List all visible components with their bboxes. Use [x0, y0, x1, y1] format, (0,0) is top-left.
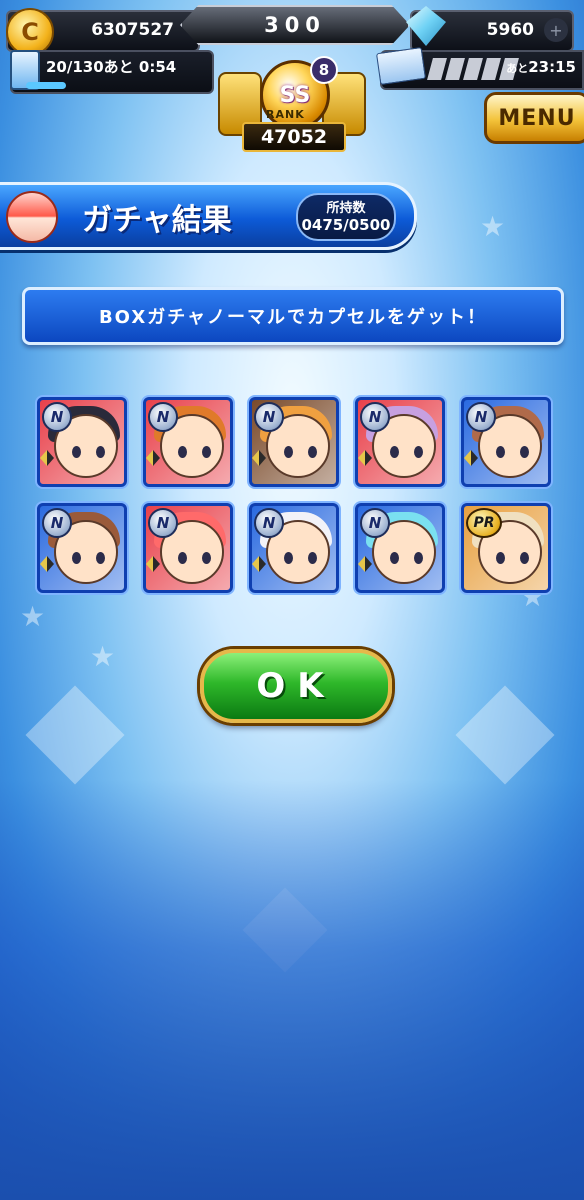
- character-card[interactable]: N: [143, 503, 233, 593]
- background: ★ ★ ★ ★: [0, 0, 584, 1200]
- character-eye: [496, 552, 505, 564]
- coin-icon: C: [6, 8, 54, 56]
- rarity-badge: N: [42, 508, 72, 538]
- rarity-badge: N: [148, 508, 178, 538]
- rarity-badge: N: [254, 508, 284, 538]
- character-card[interactable]: PR: [461, 503, 551, 593]
- character-card[interactable]: N: [37, 397, 127, 487]
- possession-counter: 所持数 0475/0500: [296, 193, 396, 241]
- background-star: ★: [90, 640, 116, 673]
- ticket-bars: [427, 58, 519, 80]
- diamond-icon: [406, 6, 446, 46]
- character-eye: [96, 446, 105, 458]
- rank-label: RANK: [266, 108, 305, 121]
- background-diamond: [242, 887, 328, 973]
- element-gem-icon: [358, 450, 372, 466]
- rank-level: 8: [310, 56, 338, 84]
- center-counter: 300: [180, 5, 410, 45]
- ticket-timer: あと23:15: [506, 58, 576, 76]
- rarity-badge: N: [254, 402, 284, 432]
- gem-counter[interactable]: 5960 +: [406, 6, 574, 52]
- character-card[interactable]: N: [461, 397, 551, 487]
- page-title: ガチャ結果: [82, 203, 232, 238]
- ticket-icon: [375, 46, 427, 86]
- character-eye: [308, 552, 317, 564]
- element-gem-icon: [146, 450, 160, 466]
- character-card[interactable]: N: [355, 503, 445, 593]
- coin-value: 6307527: [91, 20, 174, 40]
- character-eye: [96, 552, 105, 564]
- character-eye: [414, 552, 423, 564]
- rarity-badge: PR: [466, 508, 502, 538]
- character-eye: [178, 446, 187, 458]
- character-card[interactable]: N: [143, 397, 233, 487]
- character-eye: [72, 552, 81, 564]
- character-eye: [72, 446, 81, 458]
- character-card[interactable]: N: [355, 397, 445, 487]
- coin-counter: C 6307527: [6, 8, 200, 56]
- character-eye: [520, 446, 529, 458]
- rarity-badge: N: [42, 402, 72, 432]
- character-eye: [308, 446, 317, 458]
- element-gem-icon: [40, 450, 54, 466]
- ticket-gauge: あと23:15: [375, 46, 584, 90]
- character-eye: [390, 552, 399, 564]
- element-gem-icon: [146, 556, 160, 572]
- character-eye: [284, 446, 293, 458]
- stamina-bar-fill: [26, 82, 66, 89]
- character-eye: [496, 446, 505, 458]
- rank-points: 47052: [242, 122, 346, 152]
- gem-value: 5960: [486, 20, 534, 40]
- status-bar: C 6307527 300 5960 + 20/130あと 0:54 あと23:…: [0, 0, 584, 160]
- character-eye: [520, 552, 529, 564]
- add-gems-button[interactable]: +: [544, 18, 568, 42]
- menu-button[interactable]: MENU: [484, 92, 584, 144]
- character-eye: [414, 446, 423, 458]
- character-eye: [390, 446, 399, 458]
- background-diamond: [25, 685, 125, 785]
- element-gem-icon: [252, 556, 266, 572]
- result-message: BOXガチャノーマルでカプセルをゲット！: [22, 287, 564, 345]
- possession-label: 所持数: [326, 201, 366, 216]
- element-gem-icon: [464, 450, 478, 466]
- rarity-badge: N: [360, 508, 390, 538]
- stamina-text: 20/130あと 0:54: [46, 58, 177, 76]
- gacha-result-header: ガチャ結果 所持数 0475/0500: [0, 182, 417, 250]
- character-eye: [178, 552, 187, 564]
- capsule-icon: [6, 191, 58, 243]
- element-gem-icon: [40, 556, 54, 572]
- stamina-gauge: 20/130あと 0:54: [10, 50, 214, 94]
- character-card[interactable]: N: [249, 503, 339, 593]
- stadium-background: [0, 780, 584, 1200]
- character-card[interactable]: N: [249, 397, 339, 487]
- ok-button[interactable]: OK: [200, 649, 392, 723]
- possession-count: 0475/0500: [301, 216, 391, 234]
- character-card[interactable]: N: [37, 503, 127, 593]
- rarity-badge: N: [360, 402, 390, 432]
- character-eye: [284, 552, 293, 564]
- character-eye: [202, 552, 211, 564]
- element-gem-icon: [358, 556, 372, 572]
- background-diamond: [455, 685, 555, 785]
- rarity-badge: N: [466, 402, 496, 432]
- rarity-badge: N: [148, 402, 178, 432]
- background-star: ★: [480, 210, 506, 243]
- character-eye: [202, 446, 211, 458]
- background-star: ★: [20, 600, 46, 633]
- rank-emblem[interactable]: SS 8 RANK 47052: [212, 42, 372, 160]
- element-gem-icon: [252, 450, 266, 466]
